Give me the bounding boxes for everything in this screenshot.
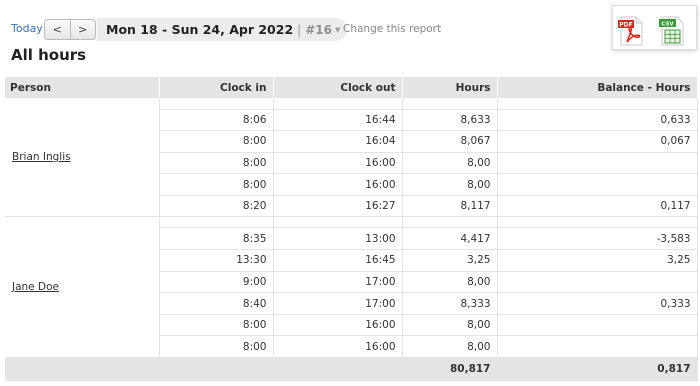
total-balance-cell: 0,817: [497, 357, 698, 381]
hours-cell: 8,00: [402, 271, 498, 294]
person-link-jane-doe[interactable]: Jane Doe: [12, 281, 59, 293]
csv-icon-label: CSV: [661, 22, 674, 28]
column-header-hours[interactable]: Hours: [402, 77, 498, 98]
date-range-selector[interactable]: Mon 18 - Sun 24, Apr 2022 | #16 ▼: [97, 18, 348, 41]
hours-cell: 8,00: [402, 173, 498, 196]
hours-cell: 8,633: [402, 109, 498, 132]
balance-cell: 0,117: [497, 195, 698, 218]
table-body: Brian Inglis 8:06 16:44 8,633 0,633 8:00…: [5, 98, 698, 381]
balance-cell: [497, 314, 698, 337]
balance-cell: [497, 152, 698, 175]
clock-out-cell: 16:04: [273, 130, 403, 153]
total-hours-cell: 80,817: [402, 357, 498, 381]
clock-in-cell: 8:00: [159, 335, 274, 359]
export-panel: PDF CSV: [612, 5, 697, 50]
clock-out-cell: 16:00: [273, 173, 403, 196]
balance-cell: 0,333: [497, 292, 698, 315]
next-week-button[interactable]: >: [71, 20, 96, 39]
clock-in-cell: 8:06: [159, 109, 274, 132]
table-spacer-row: Jane Doe: [5, 216, 698, 359]
clock-out-cell: 16:00: [273, 335, 403, 359]
clock-out-cell: 16:00: [273, 314, 403, 337]
person-link-brian-inglis[interactable]: Brian Inglis: [12, 151, 71, 163]
week-navigation: < >: [44, 19, 96, 40]
csv-file-icon[interactable]: CSV: [659, 16, 685, 46]
pdf-file-icon[interactable]: PDF: [618, 16, 644, 46]
balance-cell: 3,25: [497, 249, 698, 272]
column-header-clock-out[interactable]: Clock out: [273, 77, 403, 98]
person-cell: Brian Inglis: [5, 98, 160, 218]
column-header-balance[interactable]: Balance - Hours: [497, 77, 698, 98]
clock-out-cell: 17:00: [273, 292, 403, 315]
column-header-person[interactable]: Person: [5, 77, 160, 98]
hours-cell: 8,00: [402, 335, 498, 359]
clock-in-cell: 13:30: [159, 249, 274, 272]
hours-cell: 8,00: [402, 314, 498, 337]
clock-out-cell: 17:00: [273, 271, 403, 294]
clock-in-cell: 8:00: [159, 173, 274, 196]
balance-cell: 0,633: [497, 109, 698, 132]
date-range-label: Mon 18 - Sun 24, Apr 2022: [106, 22, 294, 37]
week-number: #16: [305, 22, 332, 37]
clock-in-cell: 8:35: [159, 227, 274, 251]
clock-in-cell: 8:00: [159, 152, 274, 175]
report-toolbar: Today < > Mon 18 - Sun 24, Apr 2022 | #1…: [0, 0, 700, 50]
hours-cell: 4,417: [402, 227, 498, 251]
clock-out-cell: 16:44: [273, 109, 403, 132]
today-link[interactable]: Today: [11, 22, 43, 35]
balance-cell: [497, 335, 698, 359]
balance-cell: -3,583: [497, 227, 698, 251]
range-separator: |: [297, 22, 302, 37]
totals-row: 80,817 0,817: [5, 357, 698, 381]
hours-report-table: Person Clock in Clock out Hours Balance …: [5, 77, 698, 381]
clock-in-cell: 8:20: [159, 195, 274, 218]
page-title: All hours: [11, 46, 87, 64]
change-report-link[interactable]: Change this report: [343, 23, 441, 35]
balance-cell: [497, 271, 698, 294]
balance-cell: [497, 173, 698, 196]
clock-in-cell: 9:00: [159, 271, 274, 294]
previous-week-button[interactable]: <: [45, 20, 71, 39]
clock-in-cell: 8:00: [159, 130, 274, 153]
clock-out-cell: 13:00: [273, 227, 403, 251]
clock-out-cell: 16:00: [273, 152, 403, 175]
table-spacer-row: Brian Inglis: [5, 98, 698, 218]
hours-cell: 8,067: [402, 130, 498, 153]
column-header-clock-in[interactable]: Clock in: [159, 77, 274, 98]
caret-down-icon: ▼: [334, 25, 341, 34]
clock-in-cell: 8:40: [159, 292, 274, 315]
hours-cell: 3,25: [402, 249, 498, 272]
hours-cell: 8,117: [402, 195, 498, 218]
hours-cell: 8,00: [402, 152, 498, 175]
table-header-row: Person Clock in Clock out Hours Balance …: [5, 77, 698, 98]
balance-cell: 0,067: [497, 130, 698, 153]
clock-in-cell: 8:00: [159, 314, 274, 337]
person-cell: Jane Doe: [5, 216, 160, 359]
clock-out-cell: 16:45: [273, 249, 403, 272]
clock-out-cell: 16:27: [273, 195, 403, 218]
hours-cell: 8,333: [402, 292, 498, 315]
